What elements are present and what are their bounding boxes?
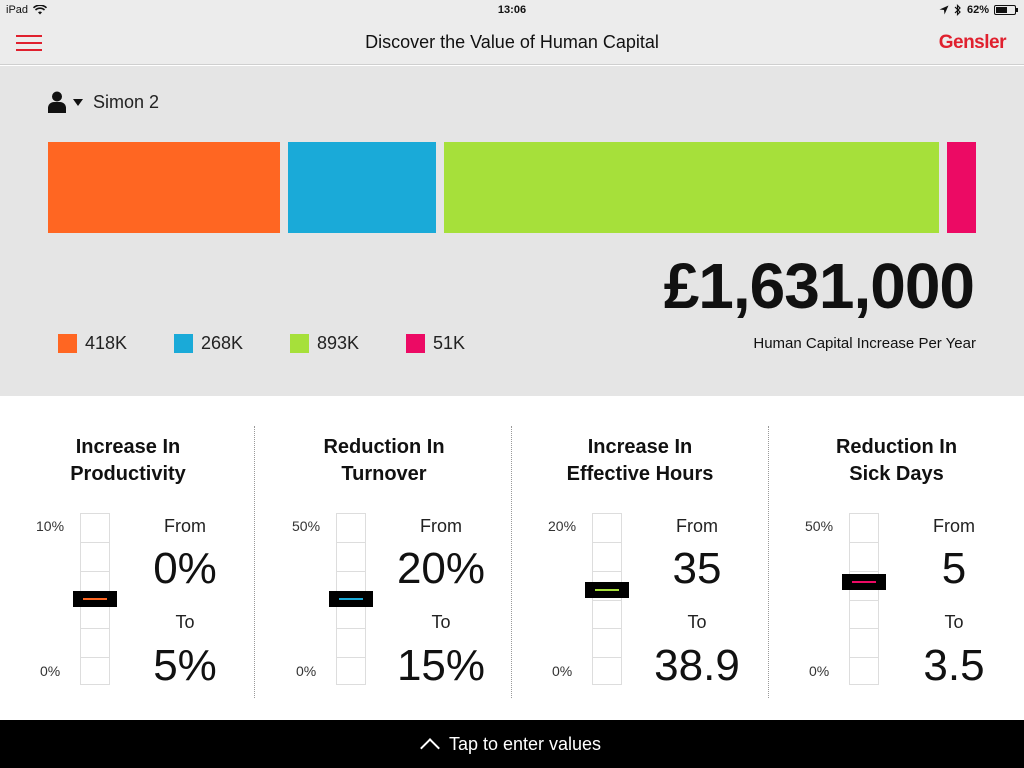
- metric-title-line: Turnover: [341, 463, 427, 485]
- to-value: 38.9: [654, 641, 740, 690]
- metric-title-line: Sick Days: [849, 463, 944, 485]
- legend-swatch: [58, 334, 77, 353]
- chevron-up-icon: [420, 738, 440, 758]
- legend-label: 268K: [201, 333, 244, 353]
- to-value: 15%: [396, 641, 486, 690]
- from-label: From: [676, 516, 718, 536]
- brand-logo: Gensler: [938, 32, 1007, 53]
- legend-swatch: [174, 334, 193, 353]
- metric-title-line: Effective Hours: [566, 463, 714, 485]
- metric-turnover: Reduction In Turnover 50% 0% From 20% To…: [256, 396, 512, 720]
- segment-bar-sick-days: [947, 142, 976, 233]
- from-value: 0%: [153, 544, 217, 593]
- location-arrow-icon: [939, 5, 949, 15]
- slider-track[interactable]: [849, 513, 879, 685]
- segment-bar-productivity: [48, 142, 280, 233]
- scale-min: 0%: [40, 663, 61, 679]
- slider-handle-line: [852, 581, 876, 583]
- slider-handle[interactable]: [73, 591, 117, 607]
- slider-handle[interactable]: [842, 574, 886, 590]
- summary-panel: Simon 2 £1,631,000 418K 268K 893K 51K Hu…: [0, 66, 1024, 396]
- user-selector[interactable]: Simon 2: [47, 91, 159, 113]
- segment-bar-effective-hours: [444, 142, 939, 233]
- metric-title: Reduction In Sick Days: [769, 434, 1024, 488]
- column-divider: [254, 426, 255, 698]
- from-label: From: [933, 516, 975, 536]
- person-icon: [48, 91, 66, 113]
- metric-productivity: Increase In Productivity 10% 0% From 0% …: [0, 396, 256, 720]
- battery-icon: [994, 5, 1018, 15]
- from-value: 35: [672, 544, 722, 593]
- legend-item: 268K: [174, 333, 243, 354]
- scale-min: 0%: [809, 663, 830, 679]
- legend-item: 51K: [406, 333, 465, 354]
- enter-values-bar[interactable]: Tap to enter values: [0, 720, 1024, 768]
- from-label: From: [164, 516, 206, 536]
- legend-label: 51K: [433, 333, 466, 353]
- metric-title: Increase In Productivity: [0, 434, 256, 488]
- from-value: 20%: [396, 544, 486, 593]
- battery-percent: 62%: [966, 4, 989, 16]
- slider-handle-line: [595, 589, 619, 591]
- to-label: To: [175, 612, 195, 632]
- page-title: Discover the Value of Human Capital: [365, 32, 659, 52]
- battery-fill: [996, 7, 1008, 13]
- scale-max: 20%: [548, 518, 577, 534]
- total-value: £1,631,000: [663, 250, 975, 322]
- status-bar: iPad 13:06 62%: [0, 0, 1024, 22]
- metric-title: Reduction In Turnover: [256, 434, 512, 488]
- legend-swatch: [290, 334, 309, 353]
- from-label: From: [420, 516, 462, 536]
- chevron-down-icon: [73, 98, 83, 106]
- metric-title-line: Reduction In: [323, 436, 445, 458]
- legend-swatch: [406, 334, 425, 353]
- from-value: 5: [941, 544, 967, 593]
- slider-handle[interactable]: [329, 591, 373, 607]
- to-value: 5%: [153, 641, 217, 690]
- legend-label: 893K: [317, 333, 360, 353]
- enter-values-label: Tap to enter values: [448, 733, 602, 754]
- scale-max: 10%: [36, 518, 65, 534]
- metric-title-line: Increase In: [75, 436, 181, 458]
- legend-label: 418K: [85, 333, 128, 353]
- scale-max: 50%: [292, 518, 321, 534]
- metric-title-line: Reduction In: [835, 436, 958, 458]
- navigation-bar: Discover the Value of Human Capital Gens…: [0, 22, 1024, 65]
- user-name: Simon 2: [93, 91, 160, 112]
- slider-handle-line: [339, 598, 363, 600]
- slider-handle[interactable]: [585, 582, 629, 598]
- total-subtitle: Human Capital Increase Per Year: [753, 335, 976, 352]
- legend-item: 418K: [58, 333, 127, 354]
- status-time: 13:06: [497, 4, 527, 16]
- metric-title-line: Increase In: [587, 436, 693, 458]
- to-label: To: [944, 612, 964, 632]
- to-value: 3.5: [923, 641, 985, 690]
- slider-handle-line: [83, 598, 107, 600]
- segment-bar-turnover: [288, 142, 436, 233]
- metric-title-line: Productivity: [70, 463, 186, 485]
- metric-title: Increase In Effective Hours: [512, 434, 768, 488]
- to-label: To: [431, 612, 451, 632]
- bluetooth-icon: [954, 4, 961, 16]
- metric-effective-hours: Increase In Effective Hours 20% 0% From …: [512, 396, 768, 720]
- slider-track[interactable]: [592, 513, 622, 685]
- scale-min: 0%: [552, 663, 573, 679]
- to-label: To: [687, 612, 707, 632]
- status-right: 62%: [939, 4, 1018, 16]
- scale-max: 50%: [805, 518, 834, 534]
- metric-sick-days: Reduction In Sick Days 50% 0% From 5 To …: [769, 396, 1024, 720]
- scale-min: 0%: [296, 663, 317, 679]
- legend-item: 893K: [290, 333, 359, 354]
